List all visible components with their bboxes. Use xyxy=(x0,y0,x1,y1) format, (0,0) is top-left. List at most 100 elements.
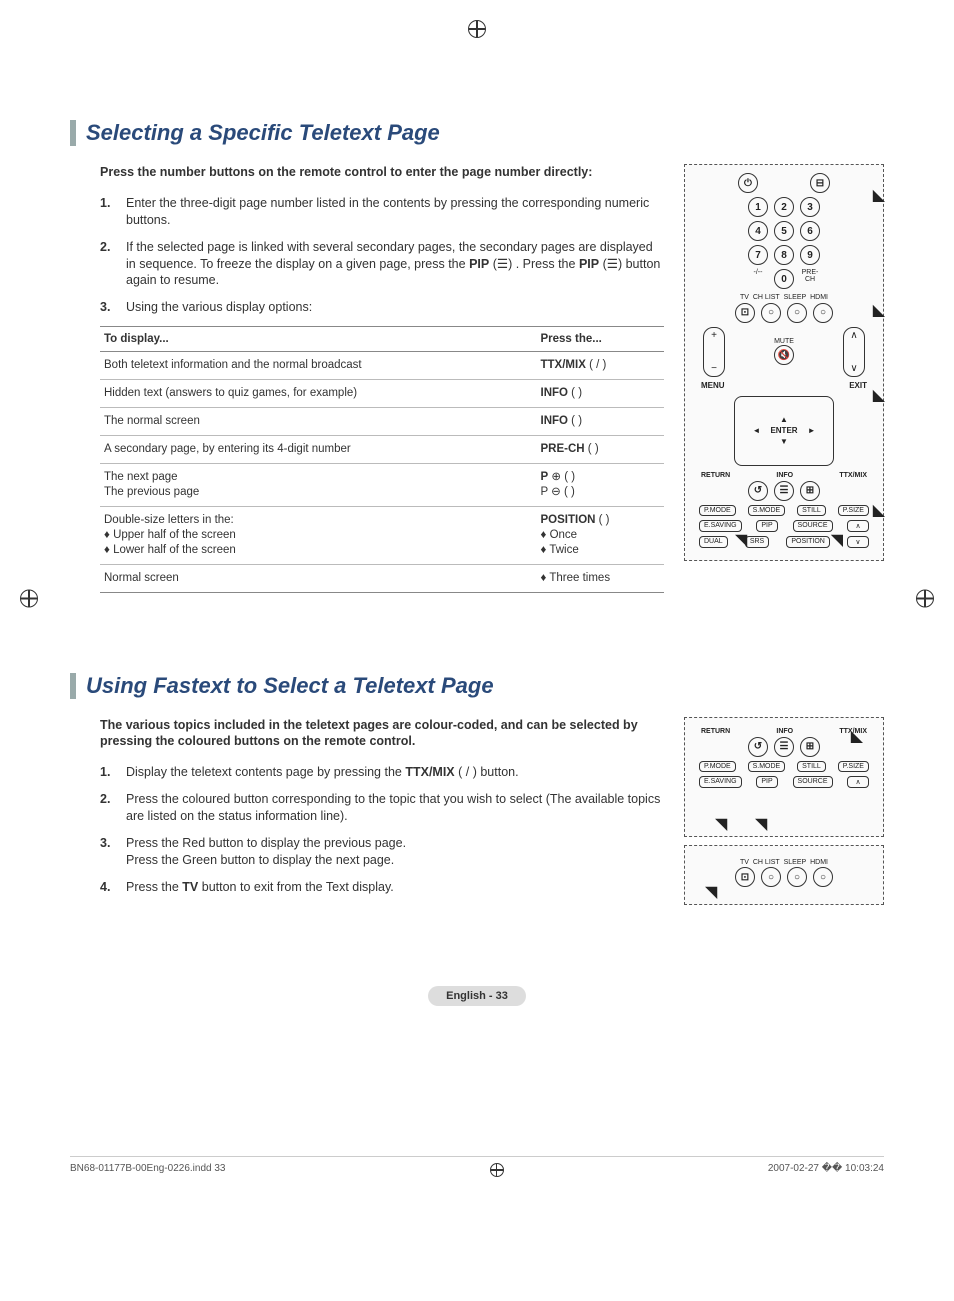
intro-text: Press the number buttons on the remote c… xyxy=(100,164,664,181)
chlist-icon: ○ xyxy=(761,303,781,323)
num-key: 1 xyxy=(748,197,768,217)
step-text: If the selected page is linked with seve… xyxy=(126,239,664,290)
step-number: 2. xyxy=(100,239,126,290)
table-cell: INFO ( ) xyxy=(537,408,665,436)
table-row: The normal screenINFO ( ) xyxy=(100,408,664,436)
table-cell: POSITION ( ) ♦ Once ♦ Twice xyxy=(537,506,665,564)
step-number: 4. xyxy=(100,879,126,896)
table-row: Hidden text (answers to quiz games, for … xyxy=(100,380,664,408)
num-key: 2 xyxy=(774,197,794,217)
row-labels: TV CH LIST SLEEP HDMI xyxy=(693,858,875,868)
section-title: Selecting a Specific Teletext Page xyxy=(86,120,884,146)
file-indicator: BN68-01177B-00Eng-0226.indd 33 xyxy=(70,1163,226,1180)
callout-arrow-icon: ◣ xyxy=(873,300,885,320)
hdmi-icon: ○ xyxy=(813,303,833,323)
display-options-table: To display... Press the... Both teletext… xyxy=(100,326,664,592)
intro-text: The various topics included in the telet… xyxy=(100,717,664,751)
num-key: 7 xyxy=(748,245,768,265)
mute-label: MUTE xyxy=(774,338,794,345)
num-key: 9 xyxy=(800,245,820,265)
table-cell: Normal screen xyxy=(100,564,537,592)
sleep-icon: ○ xyxy=(787,867,807,887)
num-key: 4 xyxy=(748,221,768,241)
num-key: 8 xyxy=(774,245,794,265)
row-labels: TV CH LIST SLEEP HDMI xyxy=(693,293,875,303)
table-cell: ♦ Three times xyxy=(537,564,665,592)
table-header: To display... xyxy=(100,327,537,352)
pip-icon: ☰ xyxy=(497,257,508,271)
step-number: 3. xyxy=(100,299,126,316)
return-icon: ↺ xyxy=(748,737,768,757)
section-fastext: Using Fastext to Select a Teletext Page … xyxy=(70,673,884,906)
num-key: 6 xyxy=(800,221,820,241)
table-row: Double-size letters in the: ♦ Upper half… xyxy=(100,506,664,564)
table-cell: TTX/MIX ( / ) xyxy=(537,352,665,380)
print-footer: BN68-01177B-00Eng-0226.indd 33 2007-02-2… xyxy=(70,1156,884,1180)
exit-label: EXIT xyxy=(849,381,867,390)
mode-row-labels: E.SAVINGPIPSOURCE∧ xyxy=(699,520,869,532)
volume-rocker: +− xyxy=(703,327,725,377)
registration-mark-icon xyxy=(490,1163,504,1180)
mode-row-labels: E.SAVINGPIPSOURCE∧ xyxy=(699,776,869,788)
table-row: Both teletext information and the normal… xyxy=(100,352,664,380)
callout-arrow-icon: ◥ xyxy=(735,530,747,550)
step-number: 1. xyxy=(100,195,126,229)
callout-arrow-icon: ◣ xyxy=(873,185,885,205)
step-text: Using the various display options: xyxy=(126,299,312,316)
step-text: Enter the three-digit page number listed… xyxy=(126,195,664,229)
table-cell: Both teletext information and the normal… xyxy=(100,352,537,380)
remote-control-figure-small: RETURN INFO TTX/MIX ↺ ☰ ⊞ P.MODES.MODEST… xyxy=(684,717,884,837)
info-icon: ☰ xyxy=(774,481,794,501)
mode-row-labels: DUALSRSPOSITION∨ xyxy=(699,536,869,548)
chevron-down-icon: ∨ xyxy=(850,363,857,374)
table-cell: Double-size letters in the: ♦ Upper half… xyxy=(100,506,537,564)
callout-arrow-icon: ◥ xyxy=(705,882,717,902)
num-key: 0 xyxy=(774,269,794,289)
hdmi-icon: ○ xyxy=(813,867,833,887)
source-icon: ⊟ xyxy=(810,173,830,193)
mute-icon: 🔇 xyxy=(774,345,794,365)
sleep-icon: ○ xyxy=(787,303,807,323)
mode-row-labels: P.MODES.MODESTILLP.SIZE xyxy=(699,505,869,516)
tv-icon: ⊡ xyxy=(735,303,755,323)
section-selecting-teletext: Selecting a Specific Teletext Page Press… xyxy=(70,120,884,593)
enter-dpad: ▲ ◄ENTER► ▼ xyxy=(734,396,834,466)
table-cell: The normal screen xyxy=(100,408,537,436)
step-text: Press the Red button to display the prev… xyxy=(126,835,406,869)
table-cell: P ⊕ ( ) P ⊖ ( ) xyxy=(537,463,665,506)
info-label: INFO xyxy=(776,728,793,735)
table-row: Normal screen♦ Three times xyxy=(100,564,664,592)
step-text: Display the teletext contents page by pr… xyxy=(126,764,519,781)
step-number: 2. xyxy=(100,791,126,825)
step-item: 3. Press the Red button to display the p… xyxy=(100,835,664,869)
callout-arrow-icon: ◥ xyxy=(831,530,843,550)
table-header: Press the... xyxy=(537,327,665,352)
return-icon: ↺ xyxy=(748,481,768,501)
table-cell: A secondary page, by entering its 4-digi… xyxy=(100,435,537,463)
label-prech: PRE-CH xyxy=(800,269,820,289)
info-label: INFO xyxy=(776,472,793,479)
step-item: 2. Press the coloured button correspondi… xyxy=(100,791,664,825)
step-text: Press the coloured button corresponding … xyxy=(126,791,664,825)
step-number: 1. xyxy=(100,764,126,781)
return-label: RETURN xyxy=(701,728,730,735)
channel-rocker: ∧∨ xyxy=(843,327,865,377)
step-item: 1. Enter the three-digit page number lis… xyxy=(100,195,664,229)
chlist-icon: ○ xyxy=(761,867,781,887)
table-row: A secondary page, by entering its 4-digi… xyxy=(100,435,664,463)
info-icon: ☰ xyxy=(774,737,794,757)
callout-arrow-icon: ◥ xyxy=(715,814,727,834)
menu-label: MENU xyxy=(701,381,725,390)
step-item: 2. If the selected page is linked with s… xyxy=(100,239,664,290)
tv-icon: ⊡ xyxy=(735,867,755,887)
step-text: Press the TV button to exit from the Tex… xyxy=(126,879,394,896)
pip-icon: ☰ xyxy=(607,257,618,271)
mode-row-labels: P.MODES.MODESTILLP.SIZE xyxy=(699,761,869,772)
table-cell: Hidden text (answers to quiz games, for … xyxy=(100,380,537,408)
power-icon: ⏻ xyxy=(738,173,758,193)
table-row: The next page The previous pageP ⊕ ( ) P… xyxy=(100,463,664,506)
callout-arrow-icon: ◥ xyxy=(755,814,767,834)
step-item: 3. Using the various display options: xyxy=(100,299,664,316)
step-item: 1. Display the teletext contents page by… xyxy=(100,764,664,781)
table-cell: PRE-CH ( ) xyxy=(537,435,665,463)
